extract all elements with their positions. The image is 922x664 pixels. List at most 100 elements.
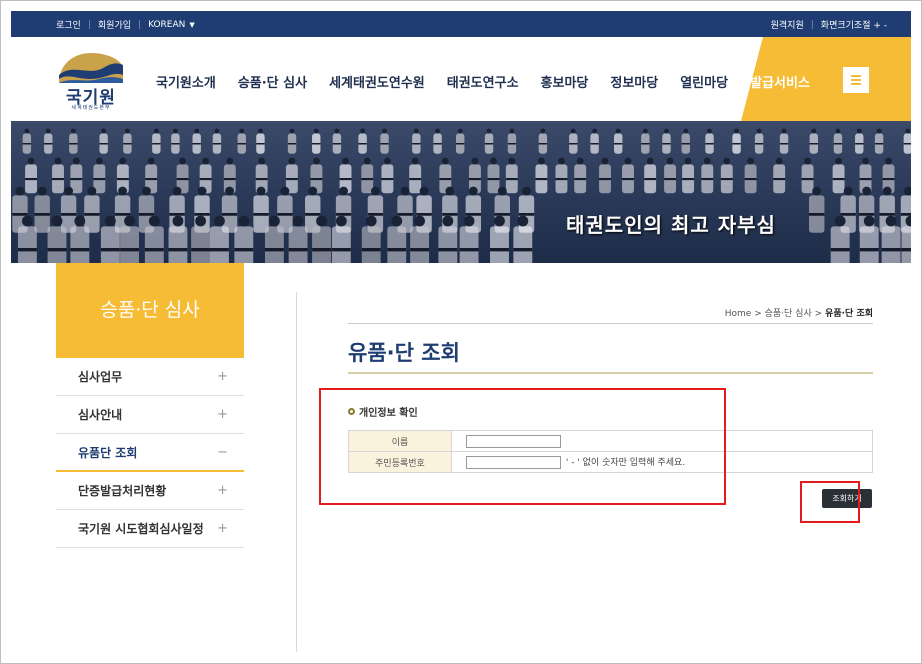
- nav-item-issuance[interactable]: 발급서비스: [750, 72, 810, 91]
- crowd-figure: [99, 128, 108, 154]
- plus-icon: +: [217, 407, 228, 422]
- crowd-figure: [34, 186, 50, 233]
- nav-item-pr[interactable]: 홍보마당: [541, 72, 589, 91]
- breadcrumb-separator: >: [754, 309, 762, 319]
- crowd-figure: [682, 157, 695, 194]
- crowd-figure: [256, 128, 265, 154]
- crowd-figure: [397, 186, 413, 233]
- nav-item-academy[interactable]: 세계태권도연수원: [329, 72, 425, 91]
- crowd-figure: [171, 128, 180, 154]
- caret-down-icon: ▼: [189, 20, 195, 29]
- plus-icon: +: [217, 369, 228, 384]
- crowd-figure: [361, 157, 374, 194]
- crowd-figure: [754, 128, 764, 154]
- crowd-figure: [277, 186, 293, 233]
- sidebar-item-label: 심사업무: [78, 370, 123, 384]
- crowd-figure: [744, 157, 757, 194]
- crowd-figure: [574, 157, 587, 194]
- remote-support-link[interactable]: 원격지원: [771, 18, 804, 31]
- login-link[interactable]: 로그인: [56, 18, 81, 31]
- crowd-figure: [412, 128, 421, 154]
- crowd-figure: [287, 128, 297, 154]
- nav-item-research[interactable]: 태권도연구소: [447, 72, 519, 91]
- crowd-figure: [538, 128, 548, 154]
- banner-slogan: 태권도인의 최고 자부심: [566, 213, 776, 237]
- title-underline: [348, 372, 873, 374]
- crowd-figure: [833, 128, 843, 154]
- minus-icon: −: [217, 444, 228, 460]
- sidebar-item-rank-lookup[interactable]: 유품단 조회 −: [56, 434, 244, 472]
- menu-bar: [851, 79, 861, 81]
- crowd-figure: [44, 128, 53, 154]
- sidebar-item-label: 심사안내: [78, 408, 123, 422]
- crowd-figure: [484, 128, 494, 154]
- crowd-figure: [22, 128, 32, 154]
- crowd-figure: [809, 128, 818, 154]
- crowd-figure: [535, 157, 548, 194]
- crowd-figure: [874, 128, 884, 154]
- crowd-figure: [903, 128, 911, 154]
- crowd-figure: [590, 128, 599, 154]
- highlight-box-button: [800, 481, 860, 523]
- nav-item-info[interactable]: 정보마당: [610, 72, 658, 91]
- crowd-figure: [840, 186, 856, 233]
- sidebar-item-test-work[interactable]: 심사업무 +: [56, 358, 244, 396]
- site-logo[interactable]: 국기원 세계태권도본부: [55, 49, 127, 111]
- crowd-figure: [773, 157, 786, 194]
- crowd-figure: [52, 157, 64, 194]
- language-select[interactable]: KOREAN ▼: [148, 20, 195, 30]
- sidebar-item-certificate-status[interactable]: 단증발급처리현황 +: [56, 472, 244, 510]
- logo-subtitle: 세계태권도본부: [71, 105, 111, 111]
- breadcrumb-separator: >: [814, 309, 823, 319]
- crowd-figure: [614, 128, 623, 154]
- nav-item-about[interactable]: 국기원소개: [156, 72, 216, 91]
- crowd-figure: [809, 186, 825, 233]
- crowd-figure: [569, 128, 578, 154]
- crowd-figure: [212, 128, 222, 154]
- breadcrumb-current: 유품·단 조회: [825, 309, 873, 319]
- crowd-figure: [253, 186, 269, 233]
- crowd-figure: [138, 186, 155, 233]
- crowd-figure: [507, 128, 517, 154]
- sidebar-item-label: 단증발급처리현황: [78, 484, 167, 498]
- crowd-figure: [93, 157, 106, 194]
- crowd-figure: [84, 186, 100, 233]
- signup-link[interactable]: 회원가입: [98, 18, 131, 31]
- crowd-figure: [701, 157, 714, 194]
- crowd-figure: [380, 128, 389, 154]
- crowd-figure: [152, 128, 161, 154]
- sidebar-item-test-guide[interactable]: 심사안내 +: [56, 396, 244, 434]
- font-size-control[interactable]: 화면크기조절 + -: [821, 18, 887, 31]
- crowd-figure: [720, 157, 733, 194]
- site-header: 국기원 세계태권도본부 국기원소개 승품·단 심사 세계태권도연수원 태권도연구…: [11, 37, 911, 121]
- crowd-figure: [358, 128, 367, 154]
- page-title: 유품·단 조회: [348, 341, 460, 365]
- crowd-figure: [433, 128, 442, 154]
- hero-banner: 태권도인의 최고 자부심: [11, 121, 911, 263]
- crowd-figure: [505, 157, 518, 194]
- crowd-figure: [599, 157, 611, 194]
- crowd-figure: [858, 186, 875, 233]
- crowd-figure: [221, 186, 238, 233]
- crowd-figure: [641, 128, 650, 154]
- highlight-box-form: [319, 388, 726, 505]
- crowd-figure: [409, 157, 422, 194]
- breadcrumb-home[interactable]: Home: [725, 309, 752, 319]
- crowd-figure: [60, 186, 77, 233]
- sidebar-item-label: 국기원 시도협회심사일정: [78, 522, 204, 536]
- content-divider: [296, 292, 297, 652]
- crowd-figure: [801, 157, 814, 194]
- plus-icon: +: [217, 521, 228, 536]
- crowd-figure: [644, 157, 657, 194]
- breadcrumb-level1[interactable]: 승품·단 심사: [765, 309, 812, 319]
- nav-item-open[interactable]: 열린마당: [680, 72, 728, 91]
- crowd-figure: [832, 157, 845, 194]
- crowd-figure: [332, 128, 342, 154]
- hamburger-menu-button[interactable]: [843, 67, 869, 93]
- kukkiwon-logo-icon: [59, 53, 123, 83]
- crowd-figure: [622, 157, 634, 194]
- nav-item-promotion-test[interactable]: 승품·단 심사: [238, 72, 307, 91]
- crowd-figure: [681, 128, 690, 154]
- separator: |: [810, 19, 814, 30]
- sidebar-item-regional-schedule[interactable]: 국기원 시도협회심사일정 +: [56, 510, 244, 548]
